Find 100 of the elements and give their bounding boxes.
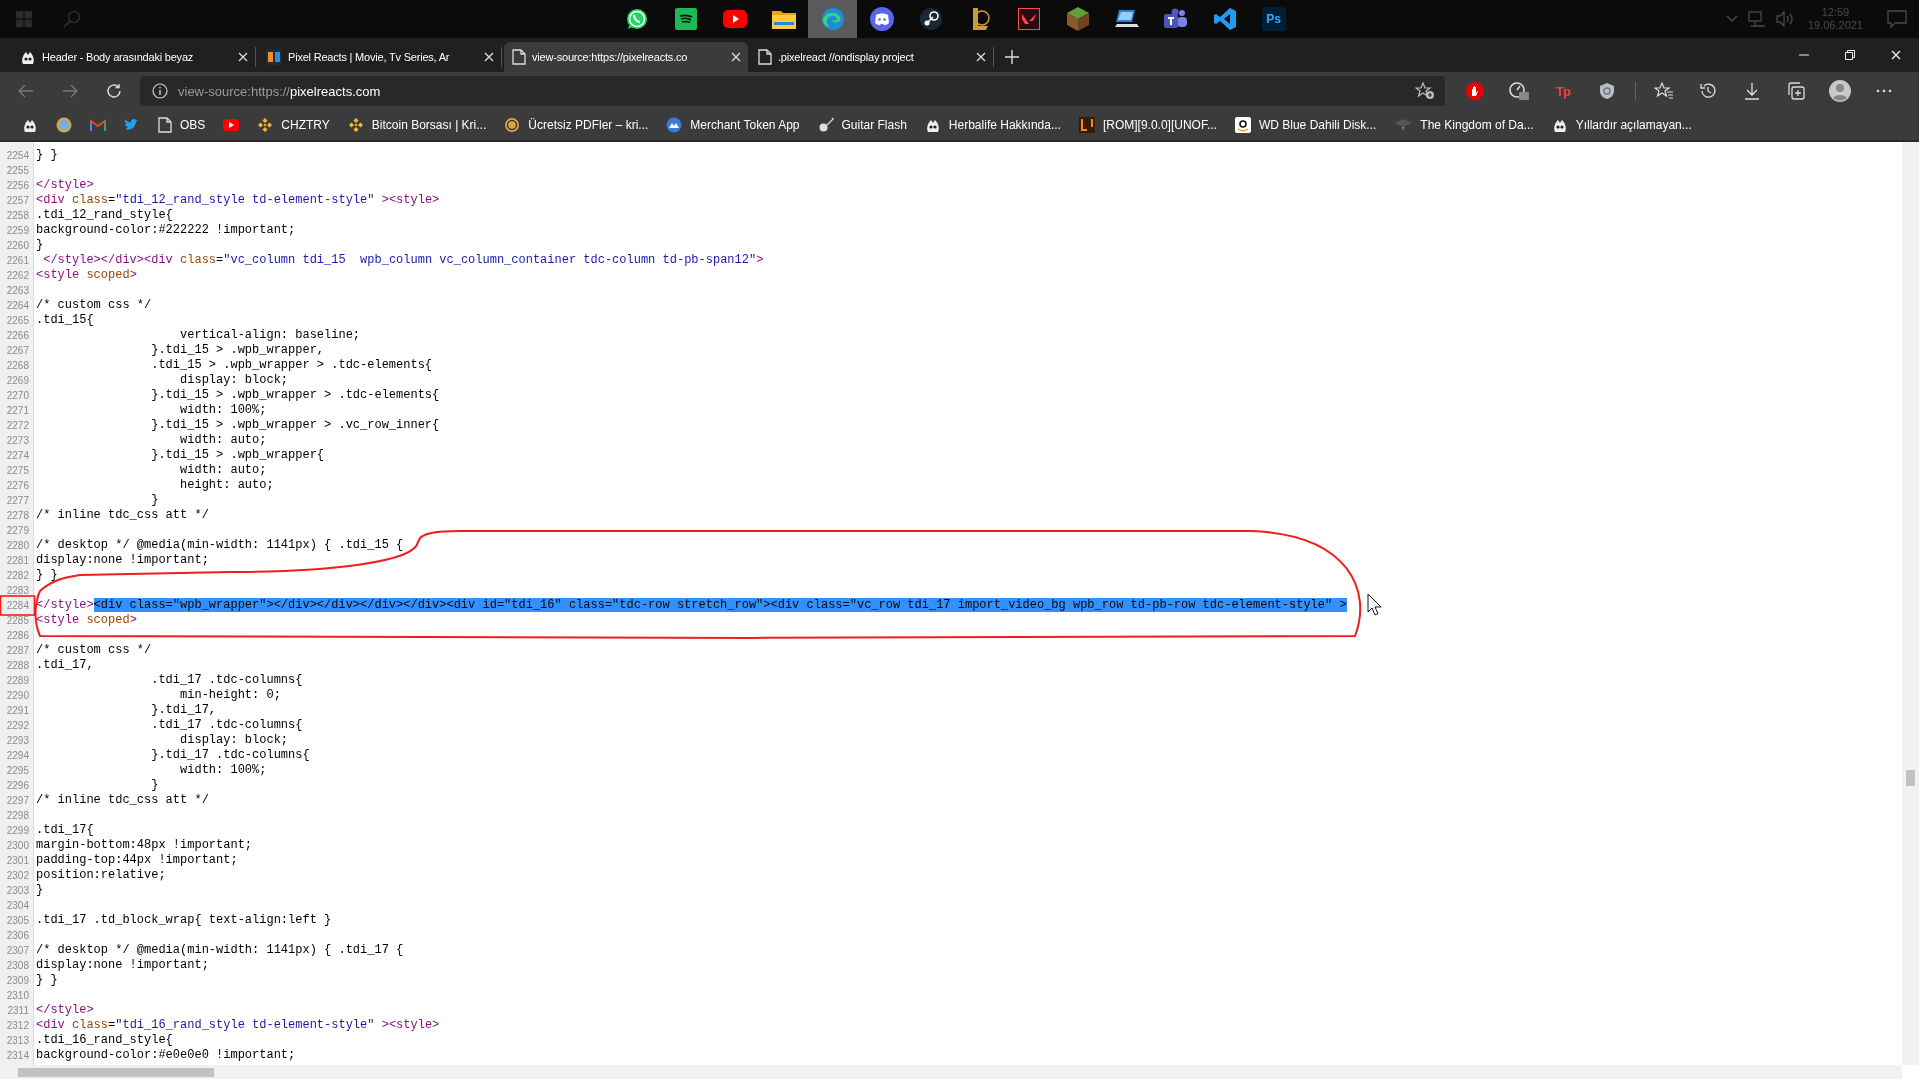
line-number: 2305 (5, 915, 30, 926)
page-icon (758, 49, 772, 65)
code-line: } (150, 778, 159, 793)
line-number: 2297 (5, 795, 30, 806)
bookmark[interactable]: Yıllardır açılamayan... (1543, 112, 1700, 138)
close-icon (1891, 50, 1901, 60)
play-button-icon (223, 119, 240, 131)
browser-tab[interactable]: Header - Body arasındaki beyaz (12, 47, 256, 67)
forward-arrow-icon (62, 84, 78, 98)
code-line: .tdi_17, (36, 658, 94, 673)
tab-title: view-source:https://pixelreacts.co (532, 51, 689, 63)
code-line: }.tdi_17, (150, 703, 217, 718)
line-number: 2272 (5, 420, 30, 431)
bookmark[interactable]: The Kingdom of Da... (1386, 112, 1542, 138)
line-number: 2255 (5, 165, 30, 176)
line-number: 2273 (5, 435, 30, 446)
line-number: 2299 (5, 825, 30, 836)
bookmark[interactable]: WD Blue Dahili Disk... (1226, 112, 1385, 138)
line-number: 2290 (5, 690, 30, 701)
line-number: 2296 (5, 780, 30, 791)
gear-linkage-icon (918, 7, 943, 31)
line-number: 2310 (5, 990, 30, 1001)
line-number: 2265 (5, 315, 30, 326)
hand-icon (1466, 82, 1484, 100)
line-number: 2313 (5, 1035, 30, 1046)
code-line: }.tdi_15 > .wpb_wrapper > .vc_row_inner{ (150, 418, 440, 433)
code-line: /* custom css */ (36, 643, 152, 658)
address-field[interactable]: view-source:https://pixelreacts.com (140, 76, 1445, 106)
line-number: 2312 (5, 1020, 30, 1031)
line-number: 2282 (5, 570, 30, 581)
line-number: 2266 (5, 330, 30, 341)
vertical-scrollbar[interactable] (1902, 142, 1919, 1065)
line-number: 2271 (5, 405, 30, 416)
star-list-icon (1654, 82, 1674, 100)
page-icon (512, 49, 526, 65)
code-line: /* inline tdc_css att */ (36, 793, 209, 808)
line-number: 2262 (5, 270, 30, 281)
bookmark[interactable]: Merchant Token App (658, 112, 808, 138)
line-number: 2254 (5, 150, 30, 161)
code-line: } (150, 493, 159, 508)
browser-tab[interactable]: Pixel Reacts | Movie, Tv Series, Ar (258, 47, 502, 67)
code-line: display: block; (179, 373, 289, 388)
bookmark[interactable]: CHZTRY (249, 112, 338, 138)
globe-icon (56, 117, 72, 133)
url-text: view-source:https://pixelreacts.com (178, 83, 382, 99)
line-number: 2311 (6, 1005, 30, 1016)
bookmark[interactable]: Bitcoin Borsası | Kri... (339, 112, 495, 138)
tab-title: .pixelreact //ondisplay project (778, 51, 915, 63)
envelope-icon (90, 119, 106, 131)
code-line: /* desktop */ @media(min-width: 1141px) { .tdi_15 { (36, 538, 404, 553)
line-number: 2269 (5, 375, 30, 386)
line-number: 2295 (5, 765, 30, 776)
windows-logo-icon (16, 11, 32, 27)
line-number: 2302 (5, 870, 30, 881)
line-number: 2268 (5, 360, 30, 371)
line-number: 2285 (5, 615, 30, 626)
code-line: /* desktop */ @media(min-width: 1141px) { .tdi_17 { (36, 943, 404, 958)
bookmark[interactable]: OBS (150, 112, 214, 138)
code-line: } (36, 238, 44, 253)
bracket-logo-icon (1078, 117, 1095, 133)
code-line: .tdi_17 .td_block_wrap{ text-align:left } (36, 913, 332, 928)
code-line: <style scoped> (36, 268, 137, 283)
code-line: }.tdi_15 > .wpb_wrapper, (150, 343, 325, 358)
taskbar-app[interactable]: Ps (1249, 0, 1298, 38)
controller-face-icon (869, 7, 894, 31)
scrollbar-thumb[interactable] (1906, 770, 1915, 786)
code-line: } } (36, 148, 58, 163)
code-line: /* inline tdc_css att */ (36, 508, 209, 523)
info-icon (152, 83, 168, 99)
bookmark[interactable]: Guitar Flash (809, 112, 915, 138)
browser-tab[interactable]: view-source:https://pixelreacts.co (504, 42, 748, 72)
star-plus-icon[interactable] (1415, 82, 1435, 100)
line-number: 2307 (5, 945, 30, 956)
horizontal-scrollbar[interactable] (0, 1065, 1902, 1079)
code-line: width: 100%; (179, 403, 267, 418)
smile-logo-icon (1234, 117, 1251, 133)
line-number: 2258 (5, 210, 30, 221)
diamond-logo-icon (257, 117, 274, 133)
scrollbar-thumb[interactable] (18, 1068, 214, 1077)
code-line: .tdi_15 > .wpb_wrapper > .tdc-elements{ (150, 358, 433, 373)
computer-icon (1114, 8, 1139, 30)
bookmark[interactable]: [ROM][9.0.0][UNOF... (1070, 112, 1225, 138)
line-number: 2276 (5, 480, 30, 491)
line-number: 2303 (5, 885, 30, 896)
browser-tab[interactable]: .pixelreact //ondisplay project (750, 47, 994, 67)
plus-icon (1005, 50, 1019, 64)
bookmark[interactable]: Ücretsiz PDFler – kri... (496, 112, 657, 138)
code-line: display:none !important; (36, 553, 209, 568)
line-number: 2270 (5, 390, 30, 401)
code-line: }.tdi_15 > .wpb_wrapper > .tdc-elements{ (150, 388, 440, 403)
minimize-icon (1799, 54, 1809, 56)
people-icon (1163, 8, 1188, 30)
code-line: <div class="tdi_12_rand_style td-element-style" ><style> (36, 193, 440, 208)
bookmark[interactable]: Herbalife Hakkında... (916, 112, 1069, 138)
close-icon (731, 52, 741, 62)
code-line: }.tdi_17 .tdc-columns{ (150, 748, 310, 763)
line-number: 2263 (5, 285, 30, 296)
line-number: 2260 (5, 240, 30, 251)
code-line: min-height: 0; (179, 688, 281, 703)
line-number: 2277 (5, 495, 30, 506)
